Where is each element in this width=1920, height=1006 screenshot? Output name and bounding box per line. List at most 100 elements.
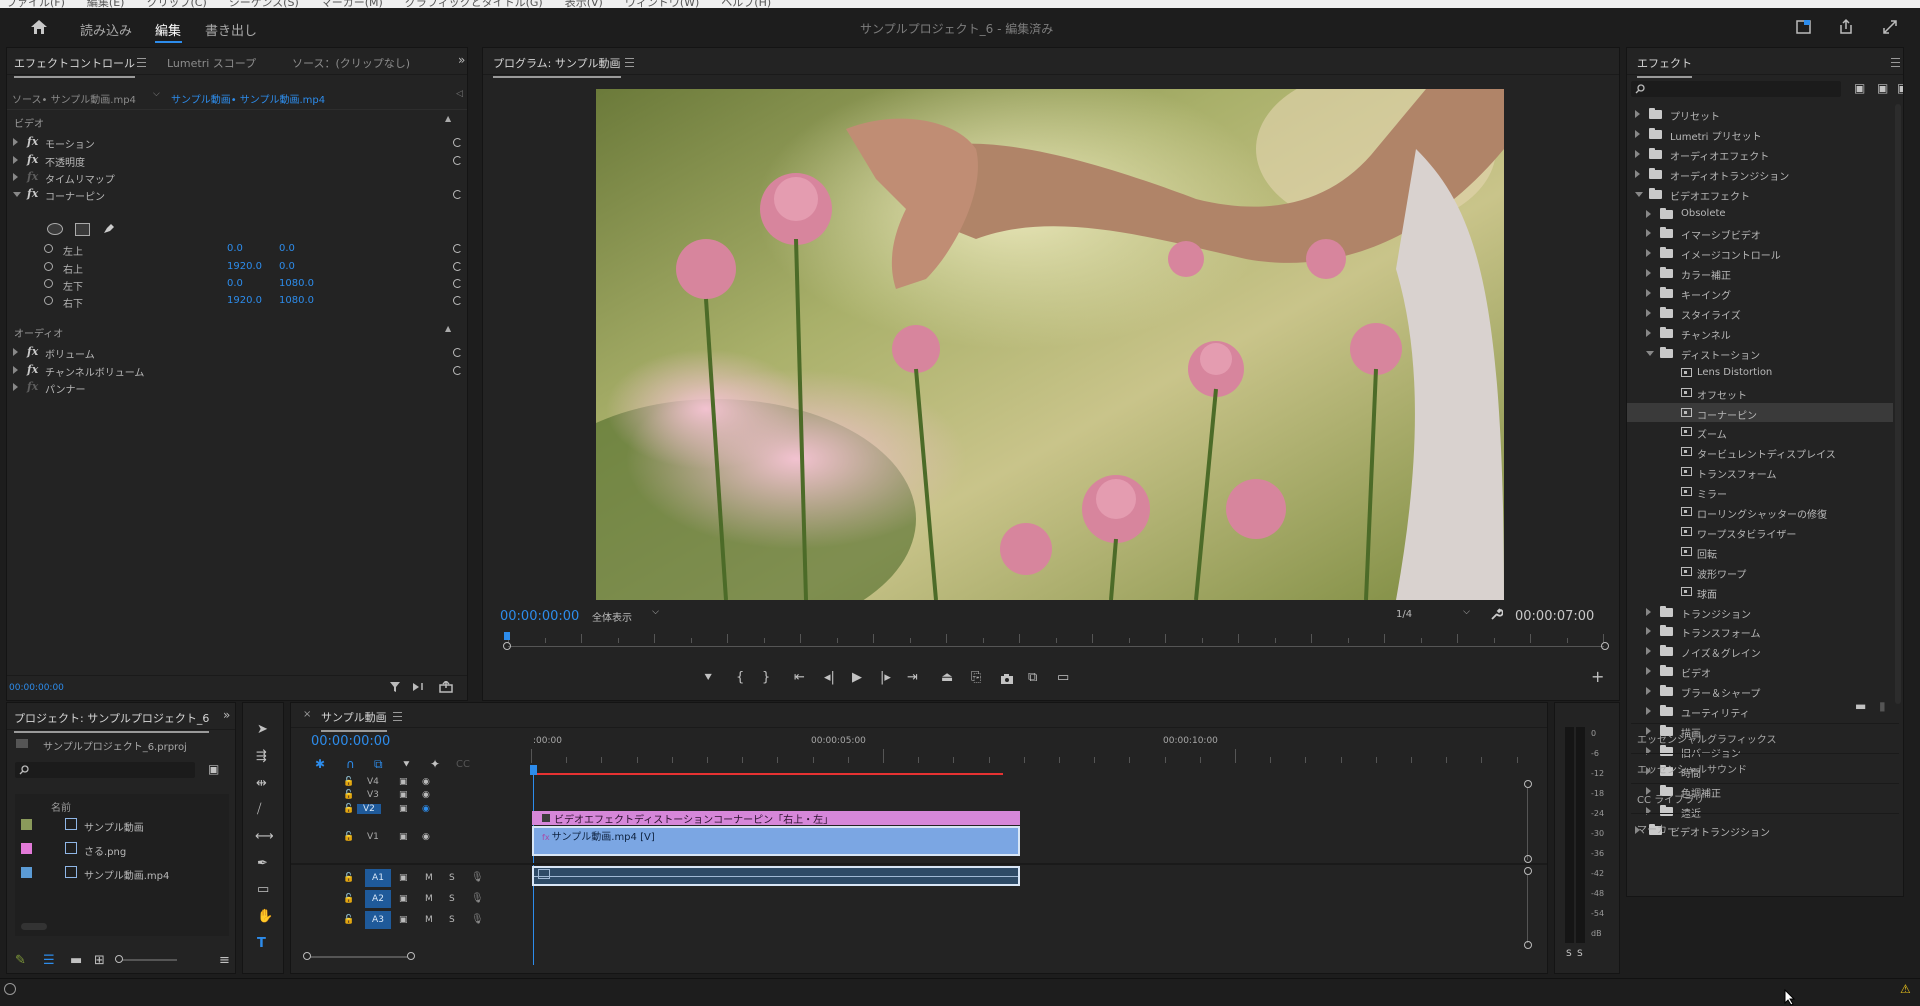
rectangle-tool-icon[interactable]: ▭: [257, 883, 269, 896]
video-track-scroll-top[interactable]: [1524, 780, 1532, 788]
param-y-value[interactable]: 0.0: [279, 261, 295, 272]
menu-item[interactable]: ファイル(F): [6, 0, 65, 8]
reset-icon[interactable]: [453, 244, 462, 253]
param-x-value[interactable]: 1920.0: [227, 295, 262, 306]
chevron-down-icon[interactable]: ⌵: [153, 89, 160, 99]
param-x-value[interactable]: 0.0: [227, 243, 243, 254]
lock-icon[interactable]: 🔓: [343, 777, 354, 787]
menu-item[interactable]: ウィンドウ(W): [625, 0, 699, 8]
ellipse-mask-icon[interactable]: [47, 223, 63, 235]
pencil-icon[interactable]: ✎: [15, 954, 26, 967]
timeline-hscroll[interactable]: [303, 952, 415, 960]
tab-edit[interactable]: 編集: [155, 20, 181, 39]
sync-lock-icon[interactable]: ▣: [399, 790, 408, 800]
expand-arrow-icon[interactable]: [1646, 269, 1651, 278]
track-target[interactable]: V1: [367, 832, 379, 842]
clip-selector[interactable]: ソース• サンプル動画.mp4 ⌵ サンプル動画• サンプル動画.mp4 ◁: [7, 89, 467, 106]
delete-icon[interactable]: ▮: [1879, 700, 1886, 713]
param-x-value[interactable]: 0.0: [227, 278, 243, 289]
menu-item[interactable]: クリップ(C): [146, 0, 206, 8]
timeline-settings-icon[interactable]: ✦: [430, 758, 440, 771]
timeline-playhead-handle[interactable]: [530, 765, 537, 775]
program-title[interactable]: プログラム: サンプル動画: [493, 55, 621, 78]
quick-export-icon[interactable]: [1796, 19, 1812, 35]
expand-arrow-icon[interactable]: [13, 173, 18, 181]
menu-item[interactable]: ヘルプ(H): [721, 0, 771, 8]
effects-tree-item[interactable]: オーディオトランジション: [1627, 164, 1893, 183]
microphone-icon[interactable]: 🎙: [471, 872, 484, 883]
solo-button[interactable]: S: [449, 873, 455, 883]
effects-tree-item[interactable]: イマーシブビデオ: [1627, 223, 1893, 242]
rectangle-mask-icon[interactable]: [75, 223, 90, 236]
fx-badge-icon[interactable]: fx: [27, 135, 38, 148]
zoom-slider-handle[interactable]: [115, 955, 123, 963]
fullscreen-icon[interactable]: [1882, 19, 1898, 35]
effects-tree-item[interactable]: オフセット: [1627, 383, 1893, 402]
type-tool-icon[interactable]: T: [257, 937, 266, 950]
collapsed-panel-tab[interactable]: CC ライブラリ: [1637, 791, 1704, 806]
eye-icon[interactable]: ◉: [422, 832, 430, 842]
collapse-arrow-icon[interactable]: ▲: [445, 114, 451, 123]
ripple-edit-tool-icon[interactable]: ⇹: [256, 777, 267, 790]
expand-arrow-icon[interactable]: [13, 156, 18, 164]
effects-tree-item[interactable]: ズーム: [1627, 422, 1893, 441]
effects-tree-item[interactable]: ミラー: [1627, 482, 1893, 501]
sync-lock-icon[interactable]: ▣: [399, 894, 408, 904]
expand-arrow-icon[interactable]: [1646, 309, 1651, 317]
sequence-clip-label[interactable]: サンプル動画• サンプル動画.mp4: [171, 91, 325, 106]
audio-track-scroll-top[interactable]: [1524, 867, 1532, 875]
pen-mask-icon[interactable]: [102, 221, 116, 235]
audio-track-target[interactable]: A2: [365, 890, 391, 908]
expand-arrow-icon[interactable]: [13, 138, 18, 146]
audio-effect-row[interactable]: fx パンナー: [7, 377, 467, 397]
label-color-swatch[interactable]: [21, 867, 32, 878]
expand-arrow-icon[interactable]: [1635, 129, 1640, 138]
video-effect-row[interactable]: fx モーション: [7, 132, 467, 152]
lock-icon[interactable]: 🔓: [343, 873, 354, 883]
comparison-view-icon[interactable]: ⧉: [1028, 671, 1037, 684]
menu-item[interactable]: シーケンス(S): [229, 0, 299, 8]
expand-arrow-icon[interactable]: [1646, 607, 1651, 616]
expand-arrow-icon[interactable]: [13, 366, 18, 374]
lock-icon[interactable]: 🔓: [343, 832, 354, 842]
tab-lumetri-scopes[interactable]: Lumetri スコープ: [167, 55, 256, 71]
column-name-header[interactable]: 名前: [51, 799, 71, 814]
effects-search-field[interactable]: [1631, 81, 1841, 97]
program-scrubber[interactable]: [501, 632, 1611, 654]
effects-tree-item[interactable]: ノイズ＆グレイン: [1627, 641, 1893, 660]
tab-export[interactable]: 書き出し: [205, 20, 257, 39]
solo-left-button[interactable]: S: [1566, 949, 1572, 959]
freeform-view-icon[interactable]: ⊞: [94, 954, 105, 967]
reset-icon[interactable]: [453, 366, 462, 375]
expand-arrow-icon[interactable]: [1635, 110, 1640, 118]
step-forward-icon[interactable]: |▸: [880, 671, 891, 684]
effects-tree-item[interactable]: 波形ワープ: [1627, 562, 1893, 581]
param-x-value[interactable]: 1920.0: [227, 261, 262, 272]
accelerated-effects-icon[interactable]: ▣: [1854, 82, 1865, 95]
expand-arrow-icon[interactable]: [1646, 289, 1651, 298]
audio-track-target[interactable]: A1: [365, 869, 391, 887]
sort-icon[interactable]: ≡: [219, 954, 230, 967]
expand-arrow-icon[interactable]: [1635, 169, 1640, 178]
razor-tool-icon[interactable]: ⧸: [257, 803, 261, 816]
scrub-end-handle[interactable]: [1601, 642, 1609, 650]
effects-tree-item[interactable]: トランジション: [1627, 602, 1893, 621]
effects-tree-item[interactable]: ローリングシャッターの修復: [1627, 502, 1893, 521]
sync-lock-icon[interactable]: ▣: [399, 804, 408, 814]
go-to-out-icon[interactable]: ⇥: [907, 671, 918, 684]
tab-import[interactable]: 読み込み: [80, 20, 132, 39]
export-icon[interactable]: [439, 681, 453, 693]
track-target[interactable]: V2: [357, 804, 381, 814]
effects-tree-item[interactable]: コーナーピン: [1627, 402, 1893, 422]
panel-menu-icon[interactable]: [1891, 58, 1900, 67]
ec-timecode[interactable]: 00:00:00:00: [9, 683, 64, 693]
fx-badge-icon[interactable]: fx: [27, 345, 38, 358]
effects-tree-item[interactable]: ディストーション: [1627, 343, 1893, 362]
zoom-slider[interactable]: [115, 955, 177, 963]
effects-tree-item[interactable]: イメージコントロール: [1627, 243, 1893, 262]
step-back-icon[interactable]: ◂|: [824, 671, 835, 684]
hidden-eye-icon[interactable]: ◉: [422, 804, 430, 814]
effects-tree-item[interactable]: Lens Distortion: [1627, 363, 1893, 382]
fx-badge-icon[interactable]: fx: [27, 187, 38, 200]
panel-menu-icon[interactable]: [137, 58, 146, 67]
